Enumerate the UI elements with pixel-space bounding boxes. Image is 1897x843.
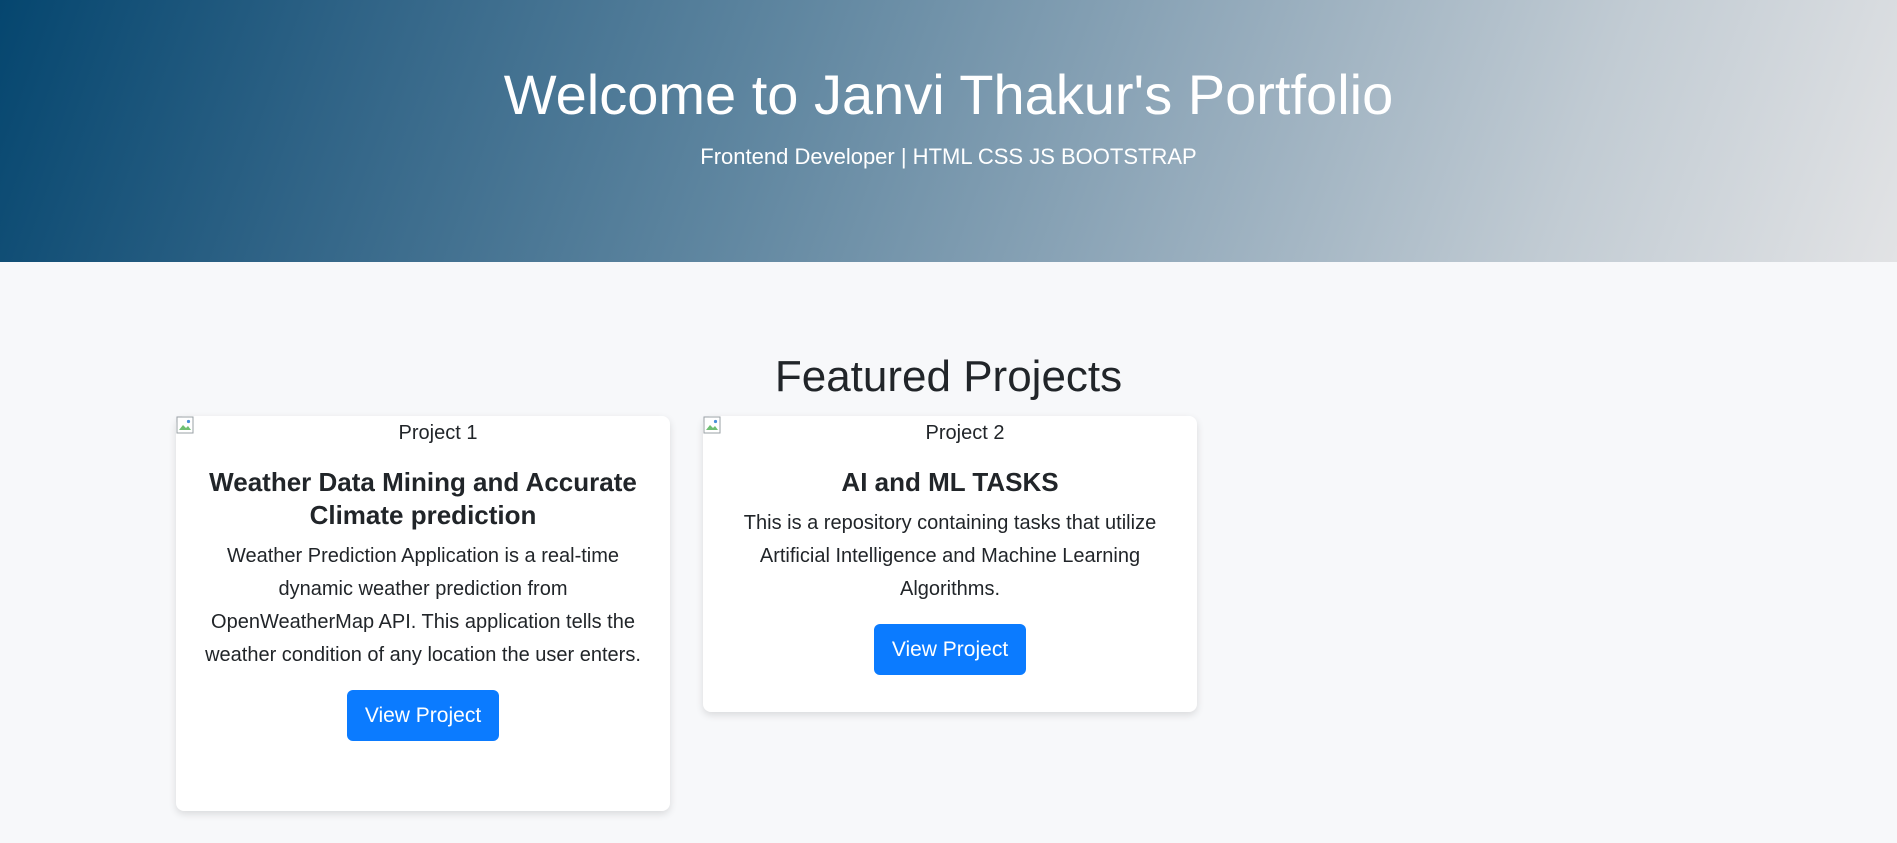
card-body: AI and ML TASKS This is a repository con…: [703, 450, 1197, 697]
card-body: Weather Data Mining and Accurate Climate…: [176, 450, 670, 763]
project-card-2: Project 2 AI and ML TASKS This is a repo…: [703, 416, 1197, 712]
project-title: AI and ML TASKS: [841, 467, 1059, 497]
hero-title: Welcome to Janvi Thakur's Portfolio: [503, 63, 1394, 126]
project-image-alt: Project 2: [925, 422, 1005, 444]
project-card-1: Project 1 Weather Data Mining and Accura…: [176, 416, 670, 811]
view-project-button[interactable]: View Project: [346, 690, 500, 741]
project-description: This is a repository containing tasks th…: [743, 512, 1157, 600]
hero-banner: Welcome to Janvi Thakur's Portfolio Fron…: [0, 0, 1897, 262]
project-description: Weather Prediction Application is a real…: [205, 545, 641, 666]
view-project-button[interactable]: View Project: [873, 624, 1027, 675]
section-title: Featured Projects: [774, 352, 1123, 401]
project-image-alt: Project 1: [398, 422, 478, 444]
project-image: Project 1: [176, 416, 670, 450]
broken-image-icon: [703, 416, 721, 434]
broken-image-icon: [176, 416, 194, 434]
hero-subtitle: Frontend Developer | HTML CSS JS BOOTSTR…: [700, 144, 1197, 169]
project-title: Weather Data Mining and Accurate Climate…: [209, 467, 637, 530]
project-image: Project 2: [703, 416, 1197, 450]
